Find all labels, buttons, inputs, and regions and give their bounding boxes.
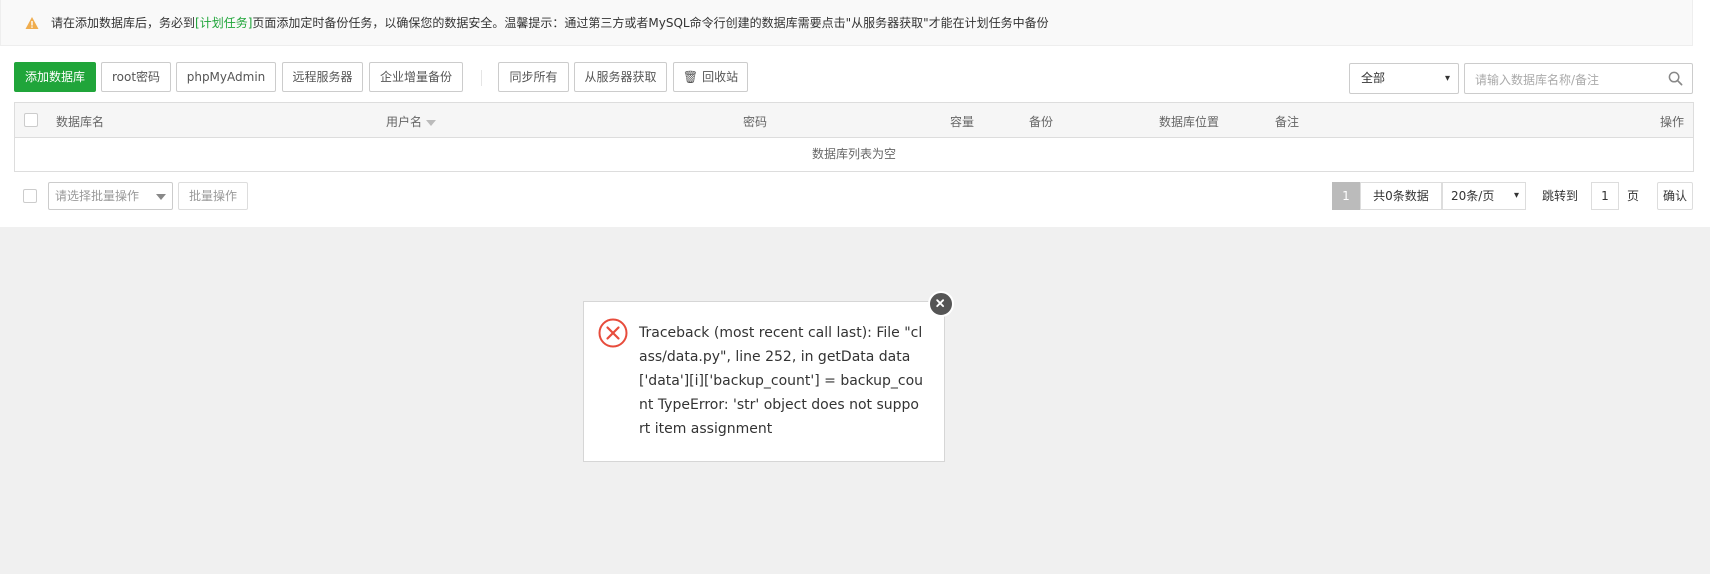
pagination-total: 共0条数据: [1360, 182, 1442, 210]
page-unit-label: 页: [1627, 189, 1640, 203]
table-header: 数据库名 用户名 密码 容量 备份 数据库位置 备注 操作: [15, 103, 1693, 138]
warning-icon: [25, 17, 39, 29]
column-username-label: 用户名: [386, 115, 423, 129]
batch-operation-button[interactable]: 批量操作: [178, 182, 248, 210]
empty-table-message: 数据库列表为空: [811, 147, 896, 161]
enterprise-backup-button[interactable]: 企业增量备份: [369, 62, 463, 92]
backup-notice: 请在添加数据库后，务必到[计划任务]页面添加定时备份任务，以确保您的数据安全。温…: [0, 0, 1693, 46]
chevron-down-icon: ▾: [1444, 73, 1450, 84]
add-database-button[interactable]: 添加数据库: [14, 62, 96, 92]
error-message: Traceback (most recent call last): File …: [639, 325, 924, 437]
search-icon[interactable]: [1668, 71, 1683, 86]
column-actions: 操作: [1660, 115, 1685, 129]
database-table: 数据库名 用户名 密码 容量 备份 数据库位置 备注 操作 数据库列表为空: [14, 102, 1694, 172]
pagination-current-page[interactable]: 1: [1332, 182, 1360, 210]
batch-operation-select[interactable]: 请选择批量操作: [48, 182, 173, 210]
notice-text-before: 请在添加数据库后，务必到: [51, 16, 196, 30]
search-box: [1464, 63, 1693, 94]
jump-confirm-button[interactable]: 确认: [1657, 182, 1693, 210]
database-panel: 请在添加数据库后，务必到[计划任务]页面添加定时备份任务，以确保您的数据安全。温…: [0, 0, 1710, 227]
notice-text-after: 页面添加定时备份任务，以确保您的数据安全。温馨提示：通过第三方或者MySQL命令…: [252, 16, 1049, 30]
remote-server-button[interactable]: 远程服务器: [282, 62, 363, 92]
database-filter-select[interactable]: 全部 ▾: [1349, 63, 1459, 94]
close-icon[interactable]: [928, 291, 954, 317]
column-username[interactable]: 用户名: [386, 113, 437, 130]
error-icon: [598, 318, 628, 348]
column-capacity: 容量: [950, 115, 975, 129]
sync-all-button[interactable]: 同步所有: [498, 62, 569, 92]
jump-to-label: 跳转到: [1542, 189, 1579, 203]
search-input[interactable]: [1473, 65, 1657, 94]
page-size-value: 20条/页: [1451, 189, 1495, 203]
toolbar-divider: [481, 70, 482, 86]
select-all-checkbox[interactable]: [24, 113, 38, 127]
root-password-button[interactable]: root密码: [101, 62, 171, 92]
trash-icon: 🗑: [682, 70, 699, 84]
fetch-from-server-button[interactable]: 从服务器获取: [574, 62, 667, 92]
column-db-name: 数据库名: [56, 115, 105, 129]
caret-down-icon: [156, 194, 166, 200]
column-password: 密码: [743, 115, 768, 129]
error-dialog: Traceback (most recent call last): File …: [583, 301, 945, 462]
recycle-bin-button[interactable]: 🗑 回收站: [673, 62, 748, 92]
recycle-bin-label: 回收站: [702, 70, 739, 84]
column-backup: 备份: [1029, 115, 1054, 129]
column-remark: 备注: [1275, 115, 1300, 129]
column-db-location: 数据库位置: [1159, 115, 1220, 129]
jump-page-input[interactable]: 1: [1591, 182, 1619, 210]
filter-value: 全部: [1361, 71, 1386, 85]
chevron-down-icon: ▾: [1513, 190, 1519, 201]
phpmyadmin-button[interactable]: phpMyAdmin: [176, 62, 276, 92]
schedule-task-link[interactable]: [计划任务]: [195, 16, 252, 30]
page-size-select[interactable]: 20条/页 ▾: [1442, 182, 1526, 210]
sort-caret-icon: [426, 119, 437, 126]
footer-select-all-checkbox[interactable]: [23, 189, 37, 203]
notice-text: 请在添加数据库后，务必到[计划任务]页面添加定时备份任务，以确保您的数据安全。温…: [51, 14, 1049, 31]
batch-placeholder: 请选择批量操作: [55, 189, 140, 203]
